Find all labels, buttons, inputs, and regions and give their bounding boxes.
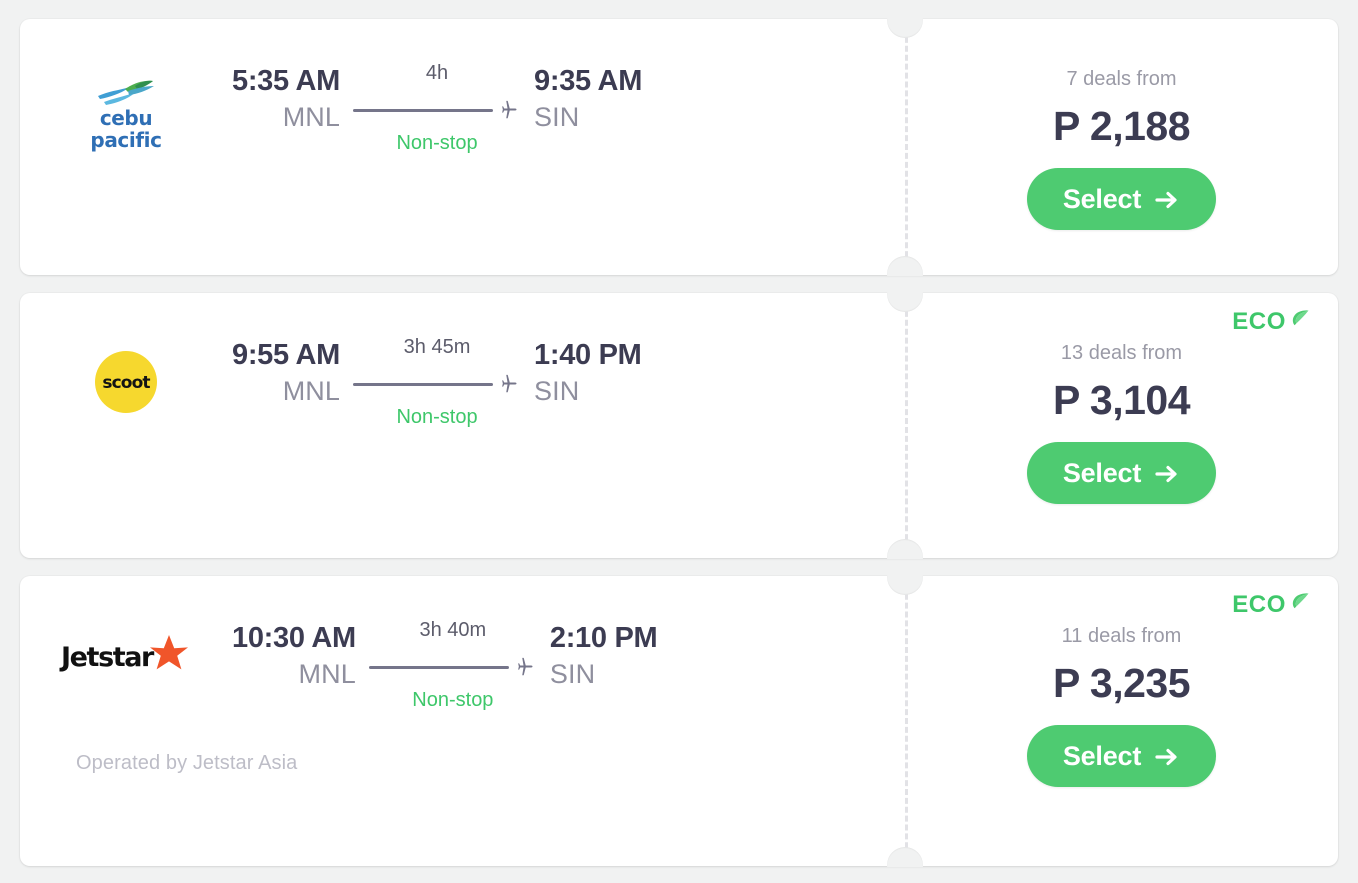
scoot-circle-icon: scoot [95,351,157,413]
flight-result-card[interactable]: scoot 9:55 AM MNL 3h 45m [20,293,1338,558]
flight-price-pane: ECO 11 deals from P 3,235 Select [905,576,1338,866]
price-amount: P 3,104 [1053,380,1190,421]
ticket-perforation [905,19,908,275]
arrow-right-icon [1154,463,1180,485]
stops-label: Non-stop [353,133,521,153]
flight-itinerary-pane: Jetstar 10:30 AM MNL 3h 40m [20,576,905,866]
flight-itinerary-pane: cebu pacific 5:35 AM MNL 4h [20,19,905,275]
price-amount: P 3,235 [1053,663,1190,704]
airline-name-label: cebu pacific [90,106,161,152]
airline-name-label: scoot [102,373,149,393]
route-line [353,383,493,386]
flight-duration: 3h 45m [353,337,521,357]
flight-results-list: cebu pacific 5:35 AM MNL 4h [0,0,1358,866]
departure-block: 9:55 AM MNL [232,337,340,410]
departure-time: 5:35 AM [232,63,340,100]
select-button[interactable]: Select [1027,725,1216,787]
arrow-right-icon [1154,189,1180,211]
stops-label: Non-stop [353,407,521,427]
flight-leg: 5:35 AM MNL 4h No [232,63,905,153]
select-button[interactable]: Select [1027,168,1216,230]
arrival-block: 9:35 AM SIN [534,63,642,136]
airplane-icon [499,373,521,395]
airline-logo-jetstar: Jetstar [20,620,232,681]
jetstar-star-icon [147,632,191,681]
arrival-block: 1:40 PM SIN [534,337,642,410]
flight-leg: 9:55 AM MNL 3h 45m [232,337,905,427]
leaf-icon [1288,307,1312,336]
arrival-time: 9:35 AM [534,63,642,100]
arrival-airport-code: SIN [534,100,642,136]
airline-name-label: Jetstar [61,642,153,673]
eco-badge: ECO [1232,307,1312,336]
flight-leg: 10:30 AM MNL 3h 40m [232,620,905,710]
arrival-airport-code: SIN [534,374,642,410]
departure-block: 10:30 AM MNL [232,620,356,693]
cebu-pacific-bird-icon [95,77,157,107]
departure-block: 5:35 AM MNL [232,63,340,136]
eco-badge: ECO [1232,590,1312,619]
airplane-icon [499,99,521,121]
arrival-airport-code: SIN [550,657,658,693]
price-amount: P 2,188 [1053,106,1190,147]
flight-price-pane: 7 deals from P 2,188 Select [905,19,1338,275]
select-button[interactable]: Select [1027,442,1216,504]
airplane-icon [515,656,537,678]
airline-logo-scoot: scoot [20,337,232,413]
arrival-time: 2:10 PM [550,620,658,657]
airline-logo-cebu-pacific: cebu pacific [20,63,232,152]
select-button-label: Select [1063,184,1141,215]
leg-middle: 4h Non-stop [340,63,534,153]
departure-airport-code: MNL [232,657,356,693]
deals-count-label: 7 deals from [1066,69,1176,89]
leaf-icon [1288,590,1312,619]
eco-label: ECO [1232,308,1286,336]
arrival-block: 2:10 PM SIN [550,620,658,693]
arrow-right-icon [1154,746,1180,768]
ticket-perforation [905,576,908,866]
departure-time: 9:55 AM [232,337,340,374]
flight-itinerary-pane: scoot 9:55 AM MNL 3h 45m [20,293,905,558]
operated-by-label: Operated by Jetstar Asia [76,752,297,775]
leg-middle: 3h 45m Non-stop [340,337,534,427]
leg-middle: 3h 40m Non-stop [356,620,550,710]
flight-price-pane: ECO 13 deals from P 3,104 Select [905,293,1338,558]
departure-airport-code: MNL [232,100,340,136]
flight-duration: 4h [353,63,521,83]
deals-count-label: 11 deals from [1062,626,1182,646]
flight-result-card[interactable]: Jetstar 10:30 AM MNL 3h 40m [20,576,1338,866]
departure-airport-code: MNL [232,374,340,410]
select-button-label: Select [1063,741,1141,772]
arrival-time: 1:40 PM [534,337,642,374]
ticket-perforation [905,293,908,558]
departure-time: 10:30 AM [232,620,356,657]
stops-label: Non-stop [369,690,537,710]
flight-duration: 3h 40m [369,620,537,640]
route-line [353,109,493,112]
flight-result-card[interactable]: cebu pacific 5:35 AM MNL 4h [20,19,1338,275]
route-line [369,666,509,669]
eco-label: ECO [1232,591,1286,619]
deals-count-label: 13 deals from [1061,343,1182,363]
select-button-label: Select [1063,458,1141,489]
